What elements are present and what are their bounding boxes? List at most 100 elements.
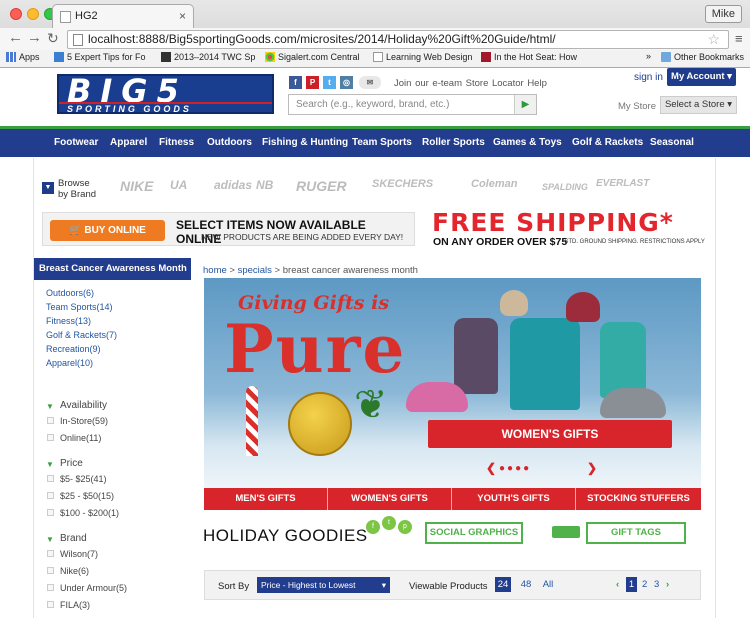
nav-games-toys[interactable]: Games & Toys	[493, 129, 562, 157]
bookmark-item[interactable]: In the Hot Seat: How	[481, 52, 577, 62]
profile-button[interactable]: Mike	[704, 5, 742, 23]
checkbox[interactable]	[47, 550, 54, 557]
close-window-icon[interactable]	[10, 8, 22, 20]
brand-under-armour[interactable]: UA	[170, 178, 187, 192]
holiday-banner[interactable]: Giving Gifts is Pure ❦ WOMEN'S GIFTS ❮ ●…	[204, 278, 701, 488]
tab-close-icon[interactable]: ×	[179, 9, 186, 23]
facebook-icon[interactable]: f	[289, 76, 302, 89]
twitter-icon[interactable]: t	[323, 76, 336, 89]
brand-new-balance[interactable]: NB	[256, 178, 273, 192]
email-icon[interactable]: ✉	[359, 76, 381, 89]
nav-outdoors[interactable]: Outdoors	[207, 129, 252, 157]
browse-by-brand[interactable]: Browse by Brand	[58, 178, 96, 200]
other-bookmarks[interactable]: Other Bookmarks	[661, 52, 744, 62]
sidebar-category[interactable]: Outdoors(6)	[46, 288, 94, 298]
sidebar-category[interactable]: Team Sports(14)	[46, 302, 113, 312]
brand-nike[interactable]: NIKE	[120, 178, 153, 194]
bookmark-item[interactable]: 2013–2014 TWC Sp	[161, 52, 255, 62]
facet-availability[interactable]: Availability	[60, 400, 107, 411]
carousel-next-icon[interactable]: ❯	[587, 461, 597, 475]
my-account-button[interactable]: My Account ▾	[667, 68, 736, 86]
page-prev-icon[interactable]: ‹	[616, 577, 619, 592]
brand-everlast[interactable]: EVERLAST	[596, 178, 649, 189]
tab-youths-gifts[interactable]: YOUTH'S GIFTS	[452, 488, 576, 510]
tab-stocking-stuffers[interactable]: STOCKING STUFFERS	[576, 488, 701, 510]
sign-in-link[interactable]: sign in	[634, 72, 663, 83]
carousel-prev-icon[interactable]: ❮	[486, 461, 496, 475]
nav-roller-sports[interactable]: Roller Sports	[422, 129, 485, 157]
bookmark-apps[interactable]: Apps	[6, 52, 40, 62]
chevron-down-icon[interactable]: ▼	[46, 460, 54, 469]
brand-ruger[interactable]: RUGER	[296, 178, 347, 194]
checkbox[interactable]	[47, 434, 54, 441]
nav-footwear[interactable]: Footwear	[54, 129, 98, 157]
breadcrumb-specials[interactable]: specials	[238, 265, 272, 276]
sidebar-heading[interactable]: Breast Cancer Awareness Month	[34, 258, 191, 280]
brand-spalding[interactable]: SPALDING	[542, 182, 588, 192]
sidebar-category[interactable]: Recreation(9)	[46, 344, 101, 354]
minimize-window-icon[interactable]	[27, 8, 39, 20]
tab-womens-gifts[interactable]: WOMEN'S GIFTS	[328, 488, 452, 510]
checkbox[interactable]	[47, 475, 54, 482]
bookmark-star-icon[interactable]: ☆	[707, 31, 720, 48]
chevron-down-icon[interactable]: ▼	[46, 402, 54, 411]
nav-team-sports[interactable]: Team Sports	[352, 129, 412, 157]
search-button[interactable]: ▶	[514, 95, 536, 114]
per-page-24[interactable]: 24	[495, 577, 511, 592]
facet-option[interactable]: $100 - $200(1)	[47, 508, 119, 518]
browser-menu-icon[interactable]: ≡	[735, 31, 743, 46]
per-page-all[interactable]: All	[540, 577, 556, 592]
carousel-dots[interactable]: ●●●●	[499, 463, 531, 474]
search-input[interactable]: Search (e.g., keyword, brand, etc.)	[288, 94, 537, 115]
big5-logo[interactable]: BIG5 SPORTING GOODS	[57, 74, 274, 114]
bookmark-item[interactable]: Sigalert.com Central	[265, 52, 360, 62]
page-1[interactable]: 1	[626, 577, 637, 592]
header-links[interactable]: Join our e-team Store Locator Help	[394, 78, 547, 89]
page-3[interactable]: 3	[654, 577, 659, 592]
brand-skechers[interactable]: SKECHERS	[372, 178, 433, 190]
nav-apparel[interactable]: Apparel	[110, 129, 147, 157]
sidebar-category[interactable]: Golf & Rackets(7)	[46, 330, 117, 340]
breadcrumb-home[interactable]: home	[203, 265, 227, 276]
checkbox[interactable]	[47, 584, 54, 591]
per-page-48[interactable]: 48	[518, 577, 534, 592]
checkbox[interactable]	[47, 509, 54, 516]
facet-option[interactable]: $5- $25(41)	[47, 474, 107, 484]
bookmark-item[interactable]: 5 Expert Tips for Fo	[54, 52, 146, 62]
womens-gifts-banner-button[interactable]: WOMEN'S GIFTS	[428, 420, 672, 448]
browse-brand-toggle-icon[interactable]: ▼	[42, 182, 54, 194]
chevron-down-icon[interactable]: ▼	[46, 535, 54, 544]
facet-option[interactable]: Nike(6)	[47, 566, 89, 576]
sort-select[interactable]: Price - Highest to Lowest ▾	[257, 577, 390, 593]
nav-golf-rackets[interactable]: Golf & Rackets	[572, 129, 643, 157]
facet-option[interactable]: Wilson(7)	[47, 549, 98, 559]
nav-seasonal[interactable]: Seasonal	[650, 129, 694, 157]
bookmark-item[interactable]: Learning Web Design	[373, 52, 472, 62]
back-arrow-icon[interactable]: ←	[8, 29, 23, 47]
reload-icon[interactable]: ↻	[47, 29, 59, 47]
checkbox[interactable]	[47, 601, 54, 608]
sidebar-category[interactable]: Fitness(13)	[46, 316, 91, 326]
select-store-dropdown[interactable]: Select a Store ▾	[660, 96, 737, 114]
address-bar[interactable]: localhost:8888/Big5sportingGoods.com/mic…	[67, 30, 729, 49]
facet-option[interactable]: In-Store(59)	[47, 416, 108, 426]
facet-option[interactable]: Online(11)	[47, 433, 101, 443]
facet-option[interactable]: FILA(3)	[47, 600, 90, 610]
checkbox[interactable]	[47, 417, 54, 424]
facet-price[interactable]: Price	[60, 458, 83, 469]
page-2[interactable]: 2	[642, 577, 647, 592]
sidebar-category[interactable]: Apparel(10)	[46, 358, 93, 368]
brand-coleman[interactable]: Coleman	[471, 178, 517, 190]
nav-fitness[interactable]: Fitness	[159, 129, 194, 157]
facet-option[interactable]: $25 - $50(15)	[47, 491, 114, 501]
brand-adidas[interactable]: adidas	[214, 178, 252, 192]
instagram-icon[interactable]: ◎	[340, 76, 353, 89]
checkbox[interactable]	[47, 567, 54, 574]
page-next-icon[interactable]: ›	[666, 577, 669, 592]
bookmarks-overflow-icon[interactable]: »	[646, 51, 651, 61]
tab-mens-gifts[interactable]: MEN'S GIFTS	[204, 488, 328, 510]
pinterest-icon[interactable]: P	[306, 76, 319, 89]
checkbox[interactable]	[47, 492, 54, 499]
browser-tab[interactable]: HG2 ×	[52, 4, 194, 28]
buy-online-button[interactable]: 🛒 BUY ONLINE	[50, 220, 165, 241]
